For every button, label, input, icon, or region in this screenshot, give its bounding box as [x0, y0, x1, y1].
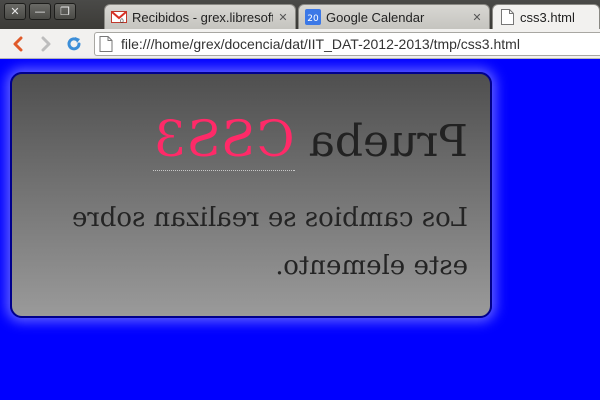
- forward-button[interactable]: [36, 34, 56, 54]
- tab-strip: ✕ — ❐ 0 Recibidos - grex.libresoft ✕ 20 …: [0, 0, 600, 29]
- forward-arrow-icon: [41, 36, 51, 52]
- page-heading: Prueba CSS3: [152, 110, 468, 171]
- tab-label: Recibidos - grex.libresoft: [132, 9, 273, 25]
- tab-gmail[interactable]: 0 Recibidos - grex.libresoft ✕: [104, 4, 296, 29]
- gmail-icon: 0: [111, 9, 127, 25]
- window-restore-button[interactable]: ❐: [54, 3, 76, 20]
- demo-paragraph: Los cambios se realizan sobre este eleme…: [71, 203, 468, 281]
- demo-box: Prueba CSS3 Los cambios se realizan sobr…: [10, 72, 492, 318]
- reload-icon: [67, 37, 81, 51]
- window-controls: ✕ — ❐: [4, 3, 76, 20]
- url-text: file:///home/grex/docencia/dat/IIT_DAT-2…: [121, 36, 520, 52]
- toolbar: file:///home/grex/docencia/dat/IIT_DAT-2…: [0, 29, 600, 59]
- window-minimize-button[interactable]: —: [29, 3, 51, 20]
- tab-label: Google Calendar: [326, 9, 425, 25]
- address-bar[interactable]: file:///home/grex/docencia/dat/IIT_DAT-2…: [94, 32, 600, 56]
- page-icon: [99, 36, 113, 52]
- close-icon[interactable]: ✕: [471, 11, 483, 24]
- back-arrow-icon: [13, 36, 23, 52]
- back-button[interactable]: [8, 34, 28, 54]
- heading-highlight: CSS3: [152, 110, 295, 171]
- heading-word: Prueba: [308, 116, 468, 167]
- tab-google-calendar[interactable]: 20 Google Calendar ✕: [298, 4, 490, 29]
- tab-label: css3.html: [520, 9, 575, 25]
- close-icon[interactable]: ✕: [277, 11, 289, 24]
- page-content: Prueba CSS3 Los cambios se realizan sobr…: [0, 60, 600, 400]
- svg-text:20: 20: [307, 14, 319, 24]
- reload-button[interactable]: [64, 34, 84, 54]
- calendar-icon: 20: [305, 9, 321, 25]
- page-icon: [499, 9, 515, 25]
- tab-css3-html[interactable]: css3.html: [492, 4, 600, 29]
- window-close-button[interactable]: ✕: [4, 3, 26, 20]
- svg-text:0: 0: [120, 18, 124, 24]
- mirrored-content: Prueba CSS3 Los cambios se realizan sobr…: [12, 74, 490, 316]
